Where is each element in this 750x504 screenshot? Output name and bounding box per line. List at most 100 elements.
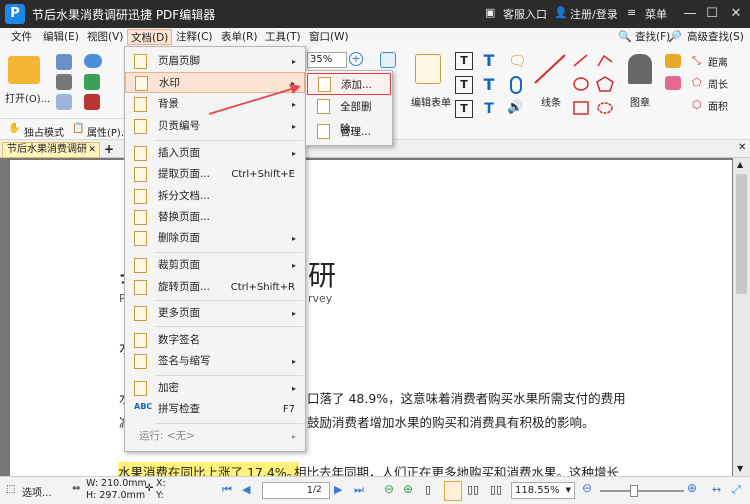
menu-replace-pages[interactable]: 替换页面... bbox=[125, 207, 305, 228]
polyline-icon[interactable] bbox=[596, 52, 614, 68]
minimize-icon[interactable]: — bbox=[680, 4, 700, 24]
open-button[interactable]: 打开(O)... bbox=[5, 90, 50, 105]
watermark-manage[interactable]: 管理... bbox=[307, 121, 391, 143]
zoom-input[interactable]: 35% bbox=[307, 52, 347, 68]
zoom-slider-thumb[interactable] bbox=[630, 485, 638, 497]
perimeter-button[interactable]: 周长 bbox=[708, 76, 728, 91]
advanced-find-icon[interactable]: 🔎 bbox=[668, 30, 682, 43]
edit-form-icon[interactable] bbox=[415, 54, 441, 84]
properties-icon[interactable]: 📋 bbox=[72, 123, 84, 134]
tab-document[interactable]: 节后水果消费调研 ✕ bbox=[2, 142, 100, 158]
menu-button[interactable]: 菜单 bbox=[645, 6, 667, 22]
service-link[interactable]: 客服入口 bbox=[503, 6, 547, 22]
email-icon[interactable] bbox=[56, 94, 72, 110]
text-box-icon[interactable]: T bbox=[455, 52, 473, 70]
menu-crop-pages[interactable]: 裁剪页面 ▸ bbox=[125, 255, 305, 276]
find-icon[interactable]: 🔍 bbox=[618, 30, 632, 43]
back-icon[interactable]: ⊖ bbox=[384, 482, 394, 496]
continuous-page-icon[interactable] bbox=[444, 481, 462, 501]
distance-icon[interactable]: ⤡ bbox=[692, 54, 701, 68]
stamp-icon[interactable] bbox=[628, 54, 652, 84]
watermark-add[interactable]: 添加... bbox=[307, 73, 391, 95]
polygon-icon[interactable] bbox=[596, 76, 614, 92]
line-icon[interactable] bbox=[532, 52, 568, 86]
menu-split-document[interactable]: 拆分文档... bbox=[125, 186, 305, 207]
first-page-icon[interactable]: ⏮ bbox=[222, 483, 232, 497]
watermark-delete-all[interactable]: 全部删除... bbox=[307, 96, 391, 135]
sound-icon[interactable]: 🔊 bbox=[507, 100, 525, 118]
menu-more-pages[interactable]: 更多页面 ▸ bbox=[125, 303, 305, 324]
menu-document[interactable]: 文档(D) bbox=[127, 29, 173, 45]
close-icon[interactable]: ✕ bbox=[726, 4, 746, 24]
menu-delete-pages[interactable]: 删除页面 ▸ bbox=[125, 228, 305, 249]
scroll-up-icon[interactable]: ▲ bbox=[737, 160, 743, 169]
undo-icon[interactable] bbox=[84, 94, 100, 110]
text-callout-icon[interactable]: T bbox=[455, 100, 473, 118]
cover-page-icon[interactable]: ▯▯ bbox=[490, 483, 502, 496]
exclusive-mode-button[interactable]: 独占模式 bbox=[24, 124, 64, 139]
area-icon[interactable]: ⬡ bbox=[692, 98, 702, 111]
scroll-thumb[interactable] bbox=[736, 174, 747, 294]
area-button[interactable]: 面积 bbox=[708, 98, 728, 113]
menu-encrypt[interactable]: 加密 ▸ bbox=[125, 378, 305, 399]
document-page[interactable]: 研 节 rvey P 水 水 减 口落了 48.9%，这意味着消费者购买水果所需… bbox=[10, 160, 732, 481]
scroll-down-icon[interactable]: ▼ bbox=[737, 464, 743, 473]
cloud-shape-icon[interactable] bbox=[596, 100, 614, 116]
new-tab-icon[interactable]: + bbox=[104, 142, 114, 156]
menu-icon[interactable]: ≡ bbox=[627, 6, 636, 19]
ellipse-icon[interactable] bbox=[572, 76, 590, 92]
print-icon[interactable] bbox=[56, 74, 72, 90]
menu-extract-pages[interactable]: 提取页面... Ctrl+Shift+E bbox=[125, 164, 305, 185]
menu-header-footer[interactable]: 页眉页脚 ▸ bbox=[125, 51, 305, 72]
fit-width-icon[interactable]: ↔ bbox=[712, 483, 721, 496]
menu-run-action[interactable]: 运行: <无> ▸ bbox=[125, 426, 305, 447]
menu-tools[interactable]: 工具(T) bbox=[262, 29, 304, 45]
folder-icon[interactable] bbox=[8, 56, 40, 84]
edit-form-button[interactable]: 编辑表单 bbox=[411, 94, 451, 109]
select-options-button[interactable]: 选项... bbox=[22, 484, 52, 499]
next-page-icon[interactable]: ▶ bbox=[334, 483, 342, 496]
export-icon[interactable] bbox=[84, 74, 100, 90]
replace-text-icon[interactable]: T bbox=[480, 100, 498, 118]
login-link[interactable]: 注册/登录 bbox=[570, 6, 618, 22]
menu-file[interactable]: 文件 bbox=[8, 29, 35, 45]
forward-icon[interactable]: ⊕ bbox=[403, 482, 413, 496]
select-tool-icon[interactable]: ⬚ bbox=[6, 484, 15, 495]
close-all-tabs-icon[interactable]: ✕ bbox=[738, 142, 746, 153]
menu-insert-pages[interactable]: 插入页面 ▸ bbox=[125, 143, 305, 164]
zoom-slider-track[interactable] bbox=[600, 490, 684, 492]
menu-rotate-pages[interactable]: 旋转页面... Ctrl+Shift+R bbox=[125, 277, 305, 298]
cloud-icon[interactable] bbox=[84, 54, 102, 68]
menu-comment[interactable]: 注释(C) bbox=[173, 29, 216, 45]
text-icon[interactable]: T bbox=[480, 76, 498, 94]
vertical-scrollbar[interactable]: ▲ ▼ bbox=[733, 158, 750, 476]
menu-sign-initials[interactable]: 签名与缩写 ▸ bbox=[125, 351, 305, 372]
pencil-icon[interactable] bbox=[665, 54, 681, 68]
stamp-button[interactable]: 图章 bbox=[630, 94, 650, 109]
typewriter-icon[interactable]: T bbox=[480, 52, 498, 70]
zoom-in-icon[interactable]: + bbox=[349, 52, 363, 66]
distance-button[interactable]: 距离 bbox=[708, 54, 728, 69]
zoom-select[interactable]: 118.55% ▼ bbox=[511, 482, 575, 499]
service-icon[interactable]: ▣ bbox=[485, 6, 495, 19]
menu-view[interactable]: 视图(V) bbox=[84, 29, 126, 45]
menu-digital-signature[interactable]: 数字签名 bbox=[125, 330, 305, 351]
save-icon[interactable] bbox=[56, 54, 72, 70]
advanced-find-button[interactable]: 高级查找(S) bbox=[684, 29, 747, 45]
zoom-out-icon[interactable]: ⊖ bbox=[582, 481, 592, 495]
user-icon[interactable]: 👤 bbox=[554, 6, 568, 19]
text-field-icon[interactable]: T bbox=[455, 76, 473, 94]
last-page-icon[interactable]: ⏭ bbox=[354, 483, 364, 497]
menu-edit[interactable]: 编辑(E) bbox=[40, 29, 82, 45]
menu-spell-check[interactable]: ABC 拼写检查 F7 bbox=[125, 399, 305, 420]
eraser-icon[interactable] bbox=[665, 76, 681, 90]
menu-form[interactable]: 表单(R) bbox=[218, 29, 261, 45]
attach-icon[interactable] bbox=[510, 76, 522, 94]
line-button[interactable]: 线条 bbox=[541, 94, 561, 109]
perimeter-icon[interactable]: ⬠ bbox=[692, 76, 702, 89]
maximize-icon[interactable]: ☐ bbox=[702, 4, 722, 24]
tab-close-icon[interactable]: ✕ bbox=[88, 143, 96, 157]
facing-page-icon[interactable]: ▯▯ bbox=[467, 483, 479, 496]
note-icon[interactable]: 🗨 bbox=[508, 52, 527, 70]
hand-icon[interactable]: ✋ bbox=[8, 123, 20, 134]
